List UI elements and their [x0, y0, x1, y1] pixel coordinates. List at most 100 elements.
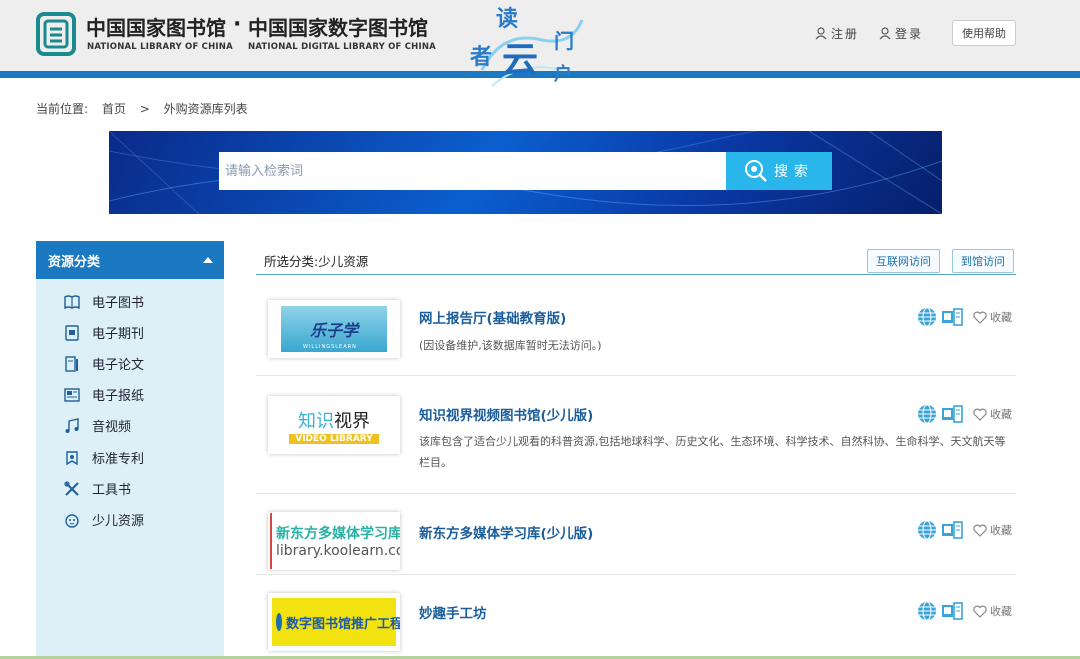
- resource-thumbnail[interactable]: 新东方多媒体学习库 library.koolearn.com: [268, 512, 400, 570]
- globe-icon[interactable]: [917, 520, 937, 540]
- category-sidebar: 资源分类 电子图书 电子期刊 电子论文 电子报纸 音视频 标准专利 工具书 少儿…: [36, 241, 224, 659]
- sidebar-item-audio-video[interactable]: 音视频: [64, 416, 131, 435]
- logo-title-nlc[interactable]: 中国国家图书馆: [86, 12, 226, 41]
- thumb-text: 新东方多媒体学习库: [276, 526, 400, 542]
- sidebar-item-label: 工具书: [92, 483, 132, 498]
- svg-text:户: 户: [554, 63, 572, 85]
- search-icon: [745, 160, 767, 182]
- resource-title-link[interactable]: 网上报告厅(基础教育版): [419, 307, 566, 327]
- login-label: 登录: [895, 27, 924, 41]
- search-input[interactable]: [219, 152, 726, 190]
- breadcrumb-separator: >: [139, 102, 150, 116]
- sidebar-item-label: 电子图书: [92, 296, 145, 311]
- globe-icon[interactable]: [917, 307, 937, 327]
- thumb-text: 视界: [334, 410, 370, 432]
- sidebar-item-ebooks[interactable]: 电子图书: [64, 292, 144, 311]
- thumb-text: 乐子学: [309, 321, 358, 340]
- resource-title-link[interactable]: 知识视界视频图书馆(少儿版): [419, 404, 593, 424]
- register-label: 注册: [831, 27, 860, 41]
- thumb-text: 数字图书馆推广工程: [286, 616, 400, 632]
- site-header: 中国国家图书馆 · 中国国家数字图书馆 NATIONAL LIBRARY OF …: [0, 0, 1080, 87]
- favorite-button[interactable]: 收藏: [973, 603, 1012, 619]
- resource-thumbnail[interactable]: 数字图书馆推广工程: [268, 593, 400, 651]
- selected-category: 所选分类:少儿资源: [264, 254, 369, 269]
- sidebar-item-newspapers[interactable]: 电子报纸: [64, 385, 144, 404]
- music-icon: [65, 417, 79, 433]
- library-building-icon[interactable]: [941, 307, 963, 327]
- library-building-icon[interactable]: [941, 520, 963, 540]
- sidebar-item-theses[interactable]: 电子论文: [64, 354, 144, 373]
- resource-title-link[interactable]: 新东方多媒体学习库(少儿版): [419, 522, 593, 542]
- favorite-button[interactable]: 收藏: [973, 406, 1012, 422]
- svg-text:云: 云: [502, 39, 538, 81]
- thumb-text: 知识: [298, 410, 334, 432]
- internet-access-button[interactable]: 互联网访问: [867, 249, 940, 273]
- search-button[interactable]: 搜索: [726, 152, 832, 190]
- collapse-arrow-icon[interactable]: [202, 256, 214, 264]
- sidebar-item-ejournals[interactable]: 电子期刊: [64, 323, 144, 342]
- svg-text:读: 读: [496, 6, 518, 32]
- breadcrumb: 当前位置: 首页 > 外购资源库列表: [36, 100, 258, 117]
- heart-icon: [973, 408, 987, 421]
- sidebar-item-standards-patents[interactable]: 标准专利: [64, 448, 144, 467]
- resource-description: 该库包含了适合少儿观看的科普资源,包括地球科学、历史文化、生态环境、科学技术、自…: [419, 435, 1006, 469]
- filter-bar: 所选分类:少儿资源 互联网访问 到馆访问: [256, 241, 1016, 275]
- sidebar-item-label: 电子论文: [92, 358, 145, 373]
- register-link[interactable]: 注册: [815, 25, 859, 42]
- sidebar-header[interactable]: 资源分类: [36, 241, 224, 279]
- sidebar-title: 资源分类: [48, 254, 101, 270]
- sidebar-item-children[interactable]: 少儿资源: [64, 510, 144, 529]
- globe-icon[interactable]: [917, 601, 937, 621]
- list-item: 新东方多媒体学习库 library.koolearn.com 新东方多媒体学习库…: [256, 494, 1016, 575]
- globe-icon[interactable]: [917, 404, 937, 424]
- reader-cloud-portal-logo: 读 者 云 门 户: [469, 6, 584, 87]
- login-link[interactable]: 登录: [879, 25, 923, 42]
- heart-icon: [973, 524, 987, 537]
- favorite-label: 收藏: [990, 524, 1012, 537]
- tools-icon: [64, 480, 79, 496]
- sidebar-item-label: 电子报纸: [92, 389, 145, 404]
- thumb-subtext: library.koolearn.com: [276, 543, 400, 559]
- favorite-label: 收藏: [990, 408, 1012, 421]
- koolearn-logo: 新东方多媒体学习库 library.koolearn.com: [270, 513, 400, 569]
- paper-icon: [65, 355, 78, 372]
- heart-icon: [973, 605, 987, 618]
- favorite-button[interactable]: 收藏: [973, 309, 1012, 325]
- child-icon: [65, 513, 79, 528]
- logo-subtitle-ndlc: NATIONAL DIGITAL LIBRARY OF CHINA: [248, 42, 436, 52]
- help-button[interactable]: 使用帮助: [952, 20, 1016, 46]
- favorite-label: 收藏: [990, 605, 1012, 618]
- access-icons: 收藏: [917, 601, 1012, 621]
- breadcrumb-current: 外购资源库列表: [163, 102, 248, 116]
- breadcrumb-prefix: 当前位置:: [36, 102, 89, 116]
- library-logo-icon[interactable]: [36, 12, 76, 56]
- thumb-subtext: VIDEO LIBRARY: [289, 433, 379, 444]
- list-item: 知识视界 VIDEO LIBRARY 知识视界视频图书馆(少儿版) 该库包含了适…: [256, 376, 1016, 494]
- resource-thumbnail[interactable]: 知识视界 VIDEO LIBRARY: [268, 396, 400, 454]
- digital-library-project-logo: 数字图书馆推广工程: [272, 598, 400, 646]
- book-icon: [64, 294, 80, 309]
- resource-thumbnail[interactable]: 乐子学 WILLINGSLEARN: [268, 300, 400, 358]
- list-item: 数字图书馆推广工程 妙趣手工坊 收藏: [256, 575, 1016, 659]
- access-icons: 收藏: [917, 404, 1012, 424]
- logo-title-ndlc[interactable]: 中国国家数字图书馆: [248, 12, 428, 41]
- onsite-access-button[interactable]: 到馆访问: [952, 249, 1014, 273]
- list-item: 乐子学 WILLINGSLEARN 网上报告厅(基础教育版) (因设备维护,该数…: [256, 285, 1016, 376]
- search-button-label: 搜索: [774, 164, 814, 180]
- sidebar-item-label: 电子期刊: [92, 327, 145, 342]
- newspaper-icon: [64, 387, 80, 402]
- logo-separator: ·: [233, 12, 242, 37]
- user-icon: [879, 27, 891, 40]
- user-icon: [815, 27, 827, 40]
- library-building-icon[interactable]: [941, 601, 963, 621]
- access-icons: 收藏: [917, 520, 1012, 540]
- sidebar-item-reference-books[interactable]: 工具书: [64, 479, 131, 498]
- resource-title-link[interactable]: 妙趣手工坊: [419, 602, 487, 622]
- library-building-icon[interactable]: [941, 404, 963, 424]
- breadcrumb-home-link[interactable]: 首页: [102, 102, 126, 116]
- favorite-button[interactable]: 收藏: [973, 522, 1012, 538]
- access-icons: 收藏: [917, 307, 1012, 327]
- thumb-subtext: WILLINGSLEARN: [303, 344, 357, 350]
- patent-icon: [66, 450, 78, 465]
- sidebar-item-label: 少儿资源: [92, 514, 145, 529]
